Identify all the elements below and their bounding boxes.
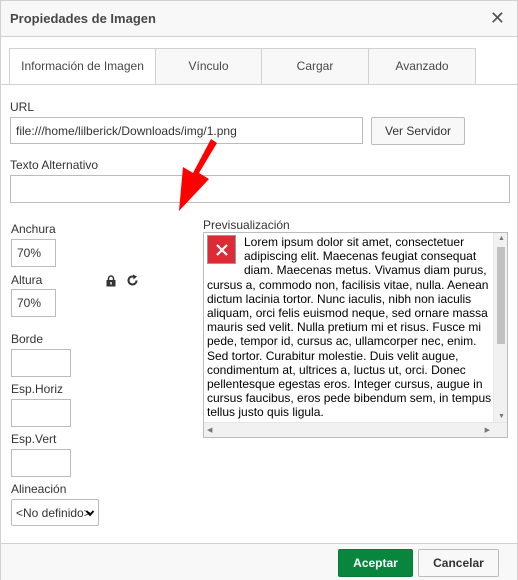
alt-text-label: Texto Alternativo — [10, 158, 99, 172]
scroll-up-arrow-icon[interactable]: ▲ — [498, 235, 505, 242]
broken-image-icon — [207, 235, 236, 264]
cancel-button[interactable]: Cancelar — [418, 549, 499, 577]
preview-box: Lorem ipsum dolor sit amet, consectetuer… — [203, 232, 508, 438]
preview-label: Previsualización — [203, 218, 290, 232]
border-input[interactable] — [11, 349, 71, 377]
tab-image-info[interactable]: Información de Imagen — [9, 48, 156, 85]
tab-divider — [1, 84, 517, 85]
width-label: Anchura — [11, 222, 56, 236]
dialog-titlebar[interactable]: Propiedades de Imagen ✕ — [1, 1, 517, 37]
align-label: Alineación — [11, 482, 67, 496]
height-label: Altura — [11, 273, 43, 287]
size-controls — [105, 273, 139, 287]
tab-advanced[interactable]: Avanzado — [368, 48, 476, 84]
align-select-value: <No definido> — [16, 506, 91, 520]
vertical-scroll-thumb[interactable] — [497, 247, 505, 344]
preview-content: Lorem ipsum dolor sit amet, consectetuer… — [207, 235, 493, 420]
tab-link[interactable]: Vínculo — [155, 48, 262, 84]
hspace-input[interactable] — [11, 399, 71, 427]
scroll-left-arrow-icon[interactable]: ◀ — [207, 426, 212, 434]
url-label: URL — [10, 100, 35, 114]
alt-text-input[interactable] — [10, 175, 510, 203]
browse-server-button[interactable]: Ver Servidor — [371, 117, 465, 145]
preview-text: Lorem ipsum dolor sit amet, consectetuer… — [207, 235, 492, 420]
lock-icon[interactable] — [105, 273, 120, 287]
close-icon[interactable]: ✕ — [490, 9, 505, 27]
tab-upload[interactable]: Cargar — [261, 48, 369, 84]
scroll-down-arrow-icon[interactable]: ▼ — [498, 413, 505, 420]
chevron-down-icon — [85, 507, 95, 521]
preview-horizontal-scrollbar[interactable]: ◀ ▶ — [204, 422, 507, 437]
vspace-label: Esp.Vert — [11, 432, 57, 446]
width-input[interactable] — [11, 239, 56, 267]
preview-vertical-scrollbar[interactable]: ▲ ▼ — [493, 233, 507, 422]
height-input[interactable] — [11, 289, 56, 317]
image-properties-dialog: Propiedades de Imagen ✕ Información de I… — [0, 0, 518, 580]
ok-button[interactable]: Aceptar — [338, 549, 413, 577]
scroll-right-arrow-icon[interactable]: ▶ — [485, 426, 490, 434]
reset-size-icon[interactable] — [126, 273, 139, 287]
border-label: Borde — [11, 332, 44, 346]
vspace-input[interactable] — [11, 449, 71, 477]
dialog-title: Propiedades de Imagen — [10, 11, 156, 26]
red-annotation-arrow-icon — [179, 139, 217, 211]
hspace-label: Esp.Horiz — [11, 382, 64, 396]
align-select[interactable]: <No definido> — [11, 499, 99, 526]
